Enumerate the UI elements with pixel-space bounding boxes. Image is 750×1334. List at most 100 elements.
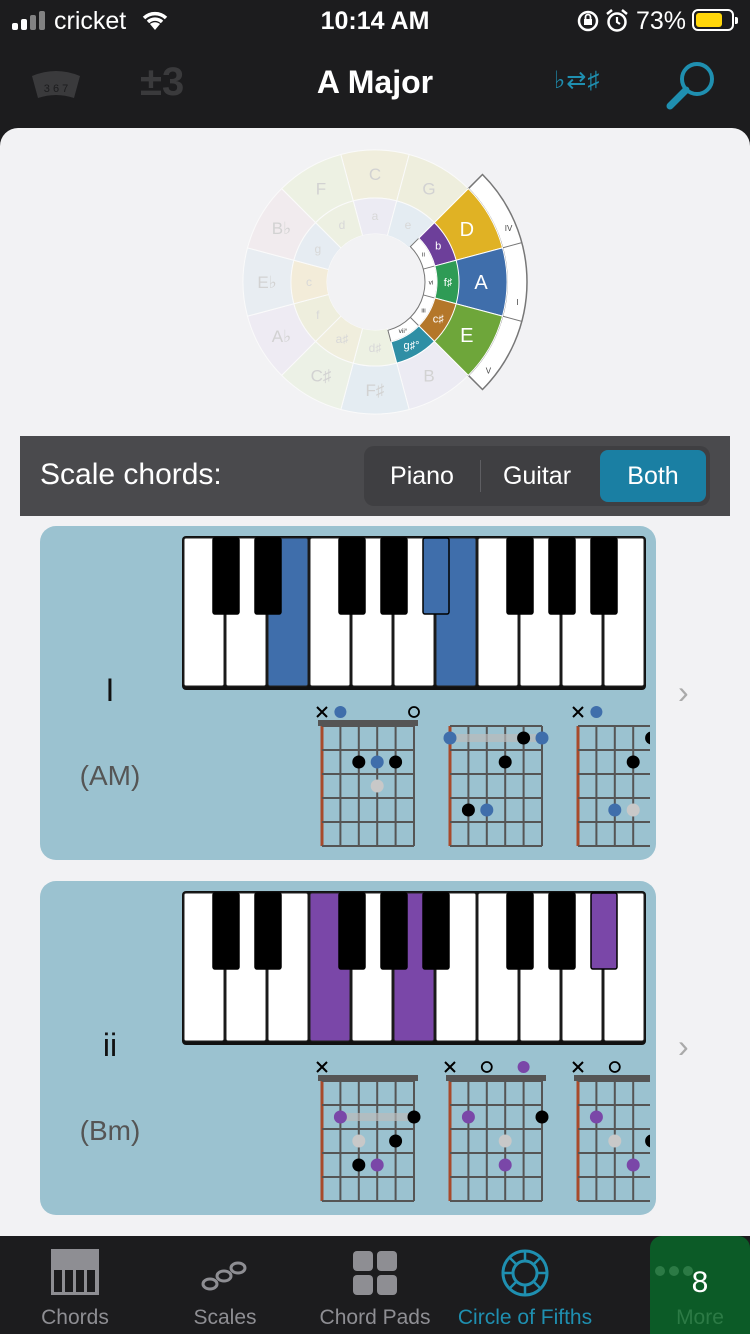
finger-dot bbox=[352, 755, 366, 769]
major-key-label[interactable]: C bbox=[369, 165, 381, 184]
chevron-right-icon[interactable]: › bbox=[678, 674, 689, 711]
scale-chords-bar: Scale chords: Piano Guitar Both bbox=[20, 436, 730, 516]
chord-name: (Bm) bbox=[79, 1115, 141, 1146]
finger-dot bbox=[645, 1134, 650, 1148]
tab-more[interactable]: 8 More bbox=[650, 1236, 750, 1334]
minor-key-label[interactable]: d bbox=[339, 218, 346, 232]
roman-label: ii bbox=[422, 252, 425, 259]
both-option[interactable]: Both bbox=[600, 450, 706, 502]
roman-label: vii° bbox=[399, 327, 408, 335]
tab-chord-pads[interactable]: Chord Pads bbox=[300, 1236, 450, 1334]
finger-dot bbox=[645, 731, 650, 745]
tab-chords[interactable]: Chords bbox=[0, 1236, 150, 1334]
black-key[interactable] bbox=[380, 537, 408, 615]
more-badge: 8 bbox=[691, 1266, 709, 1299]
piano-icon bbox=[51, 1249, 99, 1295]
finger-dot bbox=[389, 1134, 403, 1148]
alarm-icon bbox=[606, 9, 628, 32]
search-icon[interactable] bbox=[664, 58, 720, 114]
view-mode-segmented-control: Piano Guitar Both bbox=[364, 446, 710, 506]
finger-dot bbox=[389, 755, 403, 769]
finger-dot bbox=[626, 1158, 640, 1172]
black-key[interactable] bbox=[590, 892, 618, 970]
finger-dot bbox=[498, 755, 512, 769]
chevron-right-icon[interactable]: › bbox=[678, 1028, 689, 1065]
chord-name: (AM) bbox=[79, 760, 141, 791]
black-key[interactable] bbox=[422, 537, 450, 615]
major-key-label[interactable]: D bbox=[460, 219, 474, 241]
black-key[interactable] bbox=[506, 537, 534, 615]
finger-dot bbox=[370, 755, 384, 769]
rotation-lock-icon bbox=[577, 10, 599, 32]
major-key-label[interactable]: A bbox=[474, 272, 488, 294]
roman-numeral: ii bbox=[102, 1027, 118, 1063]
chord-card-ii[interactable]: ii (Bm) bbox=[40, 881, 656, 1215]
circle-of-fifths-wheel[interactable]: CaGeBF♯d♯C♯a♯A♭fE♭ cB♭gFd IVIVDAEiiviiiivi… bbox=[230, 140, 550, 430]
guitar-option[interactable]: Guitar bbox=[482, 450, 592, 502]
major-key-label[interactable]: E♭ bbox=[257, 273, 276, 292]
minor-key-label[interactable]: g bbox=[314, 242, 321, 256]
finger-dot bbox=[333, 1110, 347, 1124]
battery-icon bbox=[692, 9, 738, 31]
minor-key-label[interactable]: f♯ bbox=[444, 277, 453, 289]
black-key[interactable] bbox=[380, 892, 408, 970]
black-key[interactable] bbox=[212, 892, 240, 970]
piano-option[interactable]: Piano bbox=[368, 450, 476, 502]
major-key-label[interactable]: F bbox=[316, 179, 326, 198]
finger-dot bbox=[535, 731, 549, 745]
scale-chords-label: Scale chords: bbox=[40, 458, 222, 491]
status-bar: cricket 10:14 AM 73% bbox=[0, 0, 750, 42]
tab-bar: Chords Scales Chord Pads Circle of Fifth… bbox=[0, 1236, 750, 1334]
piano-keyboard bbox=[182, 536, 646, 690]
roman-label: vi bbox=[429, 280, 434, 287]
roman-label: V bbox=[486, 367, 492, 376]
black-key[interactable] bbox=[254, 892, 282, 970]
major-key-label[interactable]: B♭ bbox=[272, 219, 291, 238]
black-key[interactable] bbox=[338, 537, 366, 615]
major-key-label[interactable]: B bbox=[423, 367, 434, 386]
roman-numeral: I bbox=[105, 672, 115, 708]
black-key[interactable] bbox=[506, 892, 534, 970]
page-title: A Major bbox=[316, 64, 434, 100]
roman-label: I bbox=[516, 298, 518, 307]
minor-key-label[interactable]: a bbox=[372, 209, 379, 223]
major-key-label[interactable]: F♯ bbox=[366, 381, 385, 400]
finger-dot bbox=[352, 1134, 366, 1148]
finger-dot bbox=[480, 803, 494, 817]
minor-key-label[interactable]: a♯ bbox=[336, 332, 349, 346]
enharmonic-toggle[interactable]: ♭⇄♯ bbox=[554, 66, 600, 95]
roman-label: iii bbox=[421, 308, 425, 315]
guitar-chord-diagrams bbox=[316, 1061, 650, 1202]
finger-dot bbox=[461, 803, 475, 817]
chord-card-I[interactable]: I (AM) bbox=[40, 526, 656, 860]
battery-percent: 73% bbox=[636, 7, 687, 35]
tab-circle-of-fifths[interactable]: Circle of Fifths bbox=[450, 1236, 600, 1334]
finger-dot bbox=[589, 1110, 603, 1124]
black-key[interactable] bbox=[422, 892, 450, 970]
minor-key-label[interactable]: c bbox=[306, 275, 312, 289]
major-key-label[interactable]: G bbox=[422, 179, 435, 198]
minor-key-label[interactable]: g♯° bbox=[403, 340, 419, 352]
minor-key-label[interactable]: e bbox=[405, 218, 412, 232]
minor-key-label[interactable]: c♯ bbox=[433, 314, 445, 326]
finger-dot bbox=[626, 755, 640, 769]
tab-scales[interactable]: Scales bbox=[150, 1236, 300, 1334]
finger-dot bbox=[461, 1110, 475, 1124]
finger-dot bbox=[407, 1110, 421, 1124]
guitar-chord-diagrams bbox=[316, 706, 650, 847]
black-key[interactable] bbox=[548, 537, 576, 615]
black-key[interactable] bbox=[590, 537, 618, 615]
black-key[interactable] bbox=[548, 892, 576, 970]
finger-dot bbox=[370, 1158, 384, 1172]
minor-key-label[interactable]: d♯ bbox=[369, 341, 382, 355]
black-key[interactable] bbox=[338, 892, 366, 970]
major-key-label[interactable]: A♭ bbox=[272, 327, 291, 346]
piano-keyboard bbox=[182, 891, 646, 1045]
finger-dot bbox=[608, 803, 622, 817]
black-key[interactable] bbox=[212, 537, 240, 615]
major-key-label[interactable]: E bbox=[460, 325, 473, 347]
black-key[interactable] bbox=[254, 537, 282, 615]
major-key-label[interactable]: C♯ bbox=[311, 367, 332, 386]
finger-dot bbox=[608, 1134, 622, 1148]
minor-key-label[interactable]: b bbox=[435, 241, 441, 253]
